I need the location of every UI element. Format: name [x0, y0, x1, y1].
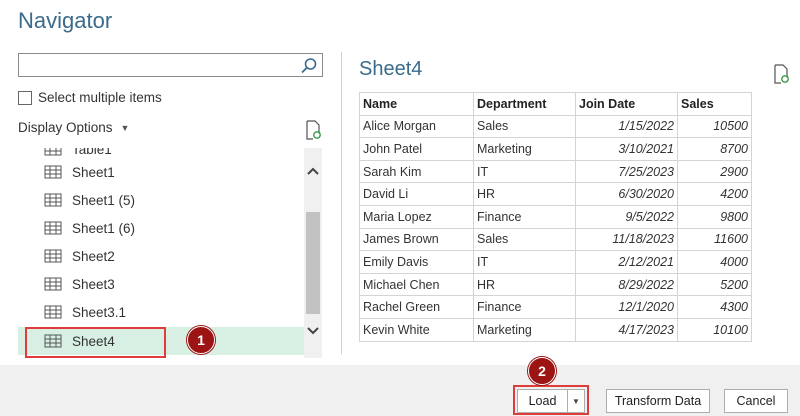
- list-scrollbar[interactable]: [304, 148, 322, 358]
- table-icon: [44, 249, 62, 263]
- preview-refresh-icon[interactable]: [772, 64, 790, 84]
- scroll-down-icon[interactable]: [304, 320, 322, 342]
- table-cell: Sarah Kim: [359, 159, 474, 184]
- table-row: David Li HR 6/30/2020 4200: [359, 182, 752, 206]
- table-cell: 10500: [677, 114, 752, 139]
- table-cell: 11/18/2023: [575, 227, 678, 252]
- step-marker-1: 1: [187, 326, 215, 354]
- select-multiple-checkbox[interactable]: [18, 90, 32, 105]
- list-item-sheet1-5[interactable]: Sheet1 (5): [18, 186, 304, 214]
- table-cell: Emily Davis: [359, 250, 474, 274]
- list-item-sheet3[interactable]: Sheet3: [18, 270, 304, 298]
- table-cell: 9800: [677, 204, 752, 229]
- list-item-sheet1-6[interactable]: Sheet1 (6): [18, 214, 304, 242]
- table-icon: [44, 221, 62, 235]
- display-options-label: Display Options: [18, 120, 113, 135]
- table-cell: 2900: [677, 159, 752, 184]
- list-item-label: Sheet1: [72, 164, 115, 180]
- table-icon: [44, 165, 62, 179]
- table-cell: 4/17/2023: [575, 317, 678, 342]
- table-cell: Rachel Green: [359, 295, 474, 319]
- table-row: Sarah Kim IT 7/25/2023 2900: [359, 159, 752, 184]
- list-item-label: Sheet1 (6): [72, 220, 136, 236]
- table-cell: Sales: [473, 227, 576, 252]
- column-header[interactable]: Department: [473, 92, 576, 116]
- search-input[interactable]: [18, 53, 323, 77]
- table-cell: Maria Lopez: [359, 204, 474, 229]
- table-cell: James Brown: [359, 227, 474, 252]
- table-header-row: Name Department Join Date Sales: [359, 92, 752, 116]
- table-cell: David Li: [359, 182, 474, 206]
- step-marker-2: 2: [528, 357, 556, 385]
- table-cell: 5200: [677, 272, 752, 297]
- table-cell: 3/10/2021: [575, 137, 678, 161]
- preview-table: Name Department Join Date Sales Alice Mo…: [359, 92, 752, 342]
- list-item-label: Sheet3: [72, 276, 115, 292]
- list-item-sheet2[interactable]: Sheet2: [18, 242, 304, 270]
- table-cell: 4200: [677, 182, 752, 206]
- table-cell: 4300: [677, 295, 752, 319]
- highlight-box-sheet4: [25, 327, 166, 358]
- cancel-button[interactable]: Cancel: [724, 389, 788, 413]
- table-cell: IT: [473, 159, 576, 184]
- table-icon: [44, 305, 62, 319]
- table-icon: [44, 277, 62, 291]
- table-cell: Marketing: [473, 137, 576, 161]
- table-cell: HR: [473, 182, 576, 206]
- table-row: Rachel Green Finance 12/1/2020 4300: [359, 295, 752, 319]
- table-cell: HR: [473, 272, 576, 297]
- table-row: Michael Chen HR 8/29/2022 5200: [359, 272, 752, 297]
- table-row: Maria Lopez Finance 9/5/2022 9800: [359, 204, 752, 229]
- table-cell: 8/29/2022: [575, 272, 678, 297]
- table-cell: Marketing: [473, 317, 576, 342]
- table-cell: Finance: [473, 204, 576, 229]
- table-cell: 8700: [677, 137, 752, 161]
- table-cell: 1/15/2022: [575, 114, 678, 139]
- table-row: John Patel Marketing 3/10/2021 8700: [359, 137, 752, 161]
- list-item-sheet1[interactable]: Sheet1: [18, 158, 304, 186]
- table-cell: Finance: [473, 295, 576, 319]
- column-header[interactable]: Sales: [677, 92, 752, 116]
- table-cell: IT: [473, 250, 576, 274]
- list-item-label: Sheet2: [72, 248, 115, 264]
- table-row: James Brown Sales 11/18/2023 11600: [359, 227, 752, 252]
- list-item-sheet3-1[interactable]: Sheet3.1: [18, 298, 304, 326]
- highlight-box-load: [513, 385, 589, 415]
- table-cell: 4000: [677, 250, 752, 274]
- table-cell: 6/30/2020: [575, 182, 678, 206]
- column-header[interactable]: Join Date: [575, 92, 678, 116]
- preview-title: Sheet4: [359, 58, 423, 80]
- navigator-title: Navigator: [18, 8, 113, 33]
- list-item-label: Table1: [72, 148, 112, 157]
- table-cell: 7/25/2023: [575, 159, 678, 184]
- table-cell: John Patel: [359, 137, 474, 161]
- list-item-label: Sheet3.1: [72, 304, 127, 320]
- table-cell: 11600: [677, 227, 752, 252]
- select-multiple-option[interactable]: Select multiple items: [18, 90, 162, 105]
- table-cell: Kevin White: [359, 317, 474, 342]
- table-cell: Michael Chen: [359, 272, 474, 297]
- table-row: Kevin White Marketing 4/17/2023 10100: [359, 317, 752, 342]
- table-cell: 12/1/2020: [575, 295, 678, 319]
- table-row: Emily Davis IT 2/12/2021 4000: [359, 250, 752, 274]
- table-icon: [44, 148, 62, 156]
- panel-divider: [341, 52, 342, 354]
- chevron-down-icon: ▼: [120, 122, 130, 133]
- scroll-thumb[interactable]: [306, 212, 320, 314]
- table-cell: Sales: [473, 114, 576, 139]
- table-cell: 10100: [677, 317, 752, 342]
- table-cell: Alice Morgan: [359, 114, 474, 139]
- transform-data-button[interactable]: Transform Data: [606, 389, 710, 413]
- search-icon[interactable]: [300, 57, 318, 75]
- table-icon: [44, 193, 62, 207]
- scroll-up-icon[interactable]: [304, 160, 322, 182]
- list-item-label: Sheet1 (5): [72, 192, 136, 208]
- refresh-icon[interactable]: [304, 120, 322, 140]
- table-cell: 2/12/2021: [575, 250, 678, 274]
- table-cell: 9/5/2022: [575, 204, 678, 229]
- display-options-dropdown[interactable]: Display Options ▼: [18, 120, 129, 135]
- select-multiple-label: Select multiple items: [38, 90, 162, 105]
- table-row: Alice Morgan Sales 1/15/2022 10500: [359, 114, 752, 139]
- column-header[interactable]: Name: [359, 92, 474, 116]
